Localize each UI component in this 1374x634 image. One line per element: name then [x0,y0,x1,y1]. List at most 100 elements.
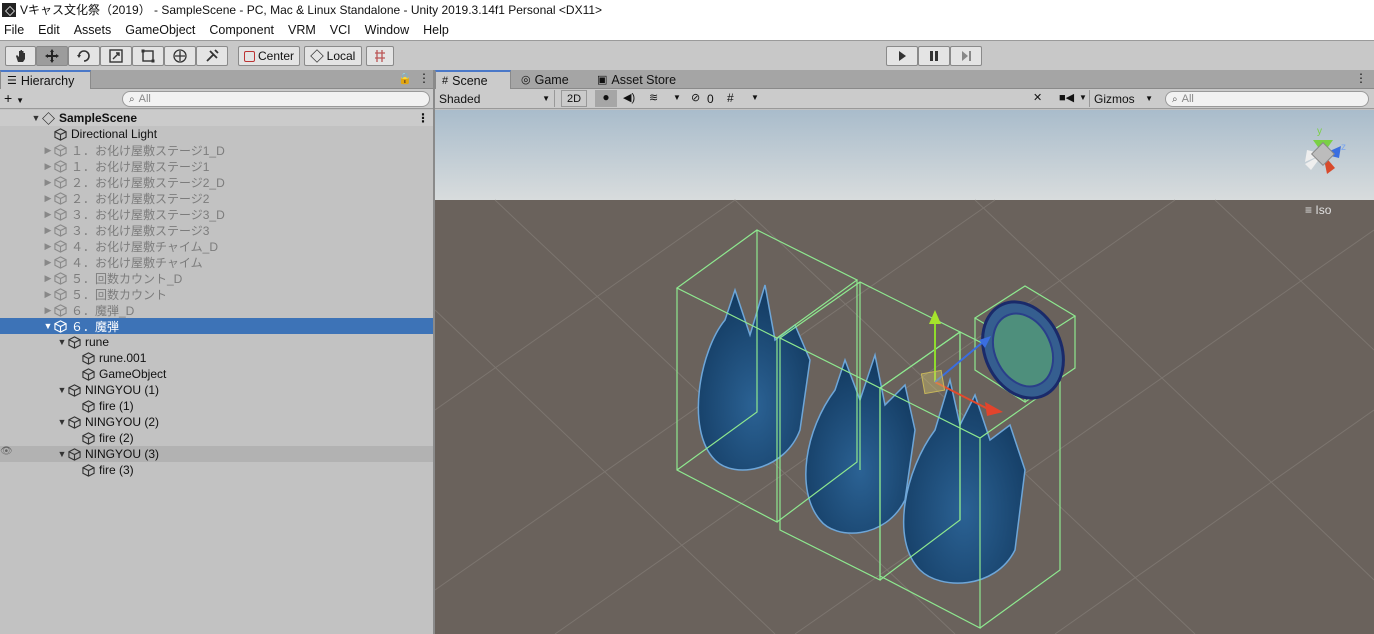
scene-name: SampleScene [59,111,138,125]
hierarchy-item[interactable]: ▶ ５．回数カウント [0,286,433,302]
scene-row[interactable]: ▼ SampleScene ⋮ [0,110,433,126]
scene-tab-label: Scene [452,73,488,88]
chevron-down-icon[interactable]: ▼ [673,93,681,102]
scene-menu-icon[interactable]: ⋮ [417,111,429,125]
fold-arrow-icon[interactable]: ▼ [56,337,68,347]
move-tool-button[interactable] [36,46,68,66]
hierarchy-search-input[interactable]: ⌕ All [122,91,430,107]
panel-menu-icon[interactable]: ⋮ [1355,71,1367,85]
gamepad-icon: ◎ [521,74,531,86]
hierarchy-item[interactable]: fire (3) [0,462,433,478]
menu-vci[interactable]: VCI [330,23,351,37]
menu-vrm[interactable]: VRM [288,23,316,37]
tab-game[interactable]: ◎ Game [515,70,575,89]
fold-arrow-icon[interactable]: ▶ [42,161,54,172]
hierarchy-item[interactable]: ▶ ２．お化け屋敷ステージ2_D [0,174,433,190]
fold-arrow-icon[interactable]: ▼ [56,385,68,395]
menu-help[interactable]: Help [423,23,449,37]
chevron-down-icon[interactable]: ▼ [751,93,759,102]
grid-toggle-icon[interactable]: # [727,91,734,105]
scene-search-input[interactable]: ⌕ All [1165,91,1369,107]
hierarchy-item[interactable]: ▼ NINGYOU (2) [0,414,433,430]
fold-arrow-icon[interactable]: ▶ [42,273,54,284]
gameobject-cube-icon [82,431,95,445]
camera-icon[interactable]: ■◀ [1059,91,1074,104]
menu-file[interactable]: File [4,23,24,37]
step-button[interactable] [950,46,982,66]
tools-icon[interactable]: ✕ [1033,91,1042,104]
rect-tool-button[interactable] [132,46,164,66]
hierarchy-item[interactable]: ▶ ４．お化け屋敷チャイム_D [0,238,433,254]
hidden-objects-icon[interactable]: ⊘ [691,91,700,104]
tab-scene[interactable]: # Scene [435,70,511,89]
projection-label[interactable]: ≡ Iso [1305,203,1331,217]
fold-arrow-icon[interactable]: ▶ [42,145,54,156]
hierarchy-item[interactable]: ▶ ４．お化け屋敷チャイム [0,254,433,270]
pivot-center-toggle[interactable]: Center [238,46,300,66]
custom-tool-button[interactable] [196,46,228,66]
hierarchy-item[interactable]: ▼ NINGYOU (1) [0,382,433,398]
lighting-toggle-icon[interactable]: ● [595,90,617,107]
fold-arrow-icon[interactable]: ▼ [42,321,54,331]
audio-toggle-icon[interactable]: ◀) [623,91,635,104]
tab-asset-store[interactable]: ▣ Asset Store [591,70,682,89]
effects-toggle-icon[interactable]: ≋ [649,91,658,104]
menu-assets[interactable]: Assets [74,23,112,37]
menu-window[interactable]: Window [365,23,409,37]
fold-arrow-icon[interactable]: ▶ [42,225,54,236]
hierarchy-item[interactable]: rune.001 [0,350,433,366]
fold-arrow-icon[interactable]: ▶ [42,241,54,252]
hierarchy-item[interactable]: Directional Light [0,126,433,142]
fold-arrow-icon[interactable]: ▼ [56,449,68,459]
hierarchy-item[interactable]: ▶ １．お化け屋敷ステージ1_D [0,142,433,158]
pause-button[interactable] [918,46,950,66]
hierarchy-item-label: Directional Light [71,127,158,141]
pivot-local-toggle[interactable]: Local [304,46,362,66]
menu-edit[interactable]: Edit [38,23,60,37]
fold-arrow-icon[interactable]: ▶ [42,177,54,188]
fold-arrow-icon[interactable]: ▶ [42,257,54,268]
mode-2d-toggle[interactable]: 2D [561,90,587,107]
svg-text:y: y [1317,126,1322,137]
transform-tool-button[interactable] [164,46,196,66]
hierarchy-item-label: ３．お化け屋敷ステージ3_D [71,207,225,222]
gameobject-cube-icon [54,287,67,301]
grid-snap-button[interactable] [366,46,394,66]
scale-tool-button[interactable] [100,46,132,66]
shading-mode-dropdown[interactable]: Shaded ▼ [437,90,555,107]
scene-render[interactable]: y z [435,110,1374,634]
hierarchy-item[interactable]: ▶ １．お化け屋敷ステージ1 [0,158,433,174]
hierarchy-item[interactable]: ▶ ２．お化け屋敷ステージ2 [0,190,433,206]
menu-component[interactable]: Component [209,23,274,37]
hierarchy-item[interactable]: ▶ ６．魔弾_D [0,302,433,318]
hierarchy-item[interactable]: fire (1) [0,398,433,414]
gameobject-cube-icon [54,207,67,221]
fold-arrow-icon[interactable]: ▼ [56,417,68,427]
hand-tool-button[interactable] [5,46,36,66]
hierarchy-item[interactable]: ▶ ５．回数カウント_D [0,270,433,286]
gizmos-dropdown[interactable]: Gizmos ▼ [1089,90,1157,107]
tab-hierarchy[interactable]: ☰ Hierarchy [0,70,91,89]
create-button[interactable]: + ▼ [4,90,24,106]
lock-icon[interactable]: 🔒 [398,72,412,85]
menu-gameobject[interactable]: GameObject [125,23,195,37]
rotate-icon [77,50,90,62]
hierarchy-item[interactable]: ▶ ３．お化け屋敷ステージ3_D [0,206,433,222]
scene-viewport[interactable]: y z ≡ Iso [435,110,1374,634]
hierarchy-item[interactable]: fire (2) [0,430,433,446]
fold-arrow-icon[interactable]: ▼ [30,113,42,123]
hierarchy-item[interactable]: ▼ NINGYOU (3) [0,446,433,462]
play-button[interactable] [886,46,918,66]
hover-eye-icon[interactable]: 👁 [0,446,13,457]
fold-arrow-icon[interactable]: ▶ [42,209,54,220]
hierarchy-item[interactable]: GameObject [0,366,433,382]
fold-arrow-icon[interactable]: ▶ [42,305,54,316]
panel-menu-icon[interactable]: ⋮ [418,71,430,85]
hierarchy-item[interactable]: ▶ ３．お化け屋敷ステージ3 [0,222,433,238]
fold-arrow-icon[interactable]: ▶ [42,289,54,300]
rotate-tool-button[interactable] [68,46,100,66]
chevron-down-icon[interactable]: ▼ [1079,93,1087,102]
hierarchy-item[interactable]: ▼ ６．魔弾 [0,318,433,334]
fold-arrow-icon[interactable]: ▶ [42,193,54,204]
hierarchy-item[interactable]: ▼ rune [0,334,433,350]
